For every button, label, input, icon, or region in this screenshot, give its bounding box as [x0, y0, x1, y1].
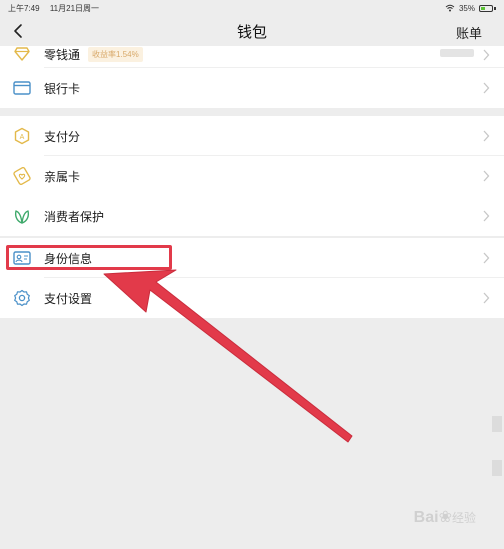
watermark-brand: Bai	[413, 509, 439, 526]
edge-mark	[492, 416, 502, 432]
edge-mark	[492, 460, 502, 476]
watermark-logo: Bai❀经验	[414, 507, 476, 527]
watermark-suffix: 经验	[451, 511, 476, 525]
paw-icon: ❀	[438, 509, 452, 526]
annotation-arrow	[103, 269, 353, 443]
